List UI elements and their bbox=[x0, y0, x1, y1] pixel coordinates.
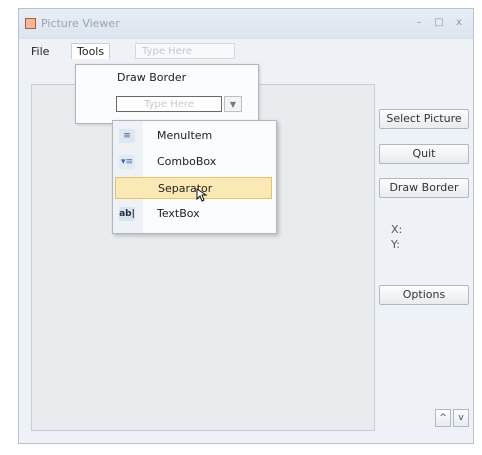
title-bar[interactable]: Picture Viewer – □ x bbox=[19, 9, 473, 39]
combo-box-icon: ▾≡ bbox=[119, 155, 135, 169]
select-picture-button[interactable]: Select Picture bbox=[379, 109, 469, 129]
submenu-item-menuitem[interactable]: ≡ MenuItem bbox=[115, 125, 272, 147]
close-button[interactable]: x bbox=[451, 16, 467, 30]
draw-border-menu-item[interactable]: Draw Border bbox=[117, 71, 186, 84]
menu-file[interactable]: File bbox=[31, 45, 49, 58]
y-coordinate-label: Y: bbox=[391, 238, 400, 251]
submenu-item-label: ComboBox bbox=[157, 155, 217, 168]
submenu-item-textbox[interactable]: ab| TextBox bbox=[115, 203, 272, 225]
tools-dropdown: Draw Border Type Here ▼ bbox=[75, 64, 259, 124]
menu-item-icon: ≡ bbox=[119, 129, 135, 143]
submenu-item-separator[interactable]: Separator bbox=[115, 177, 272, 199]
menu-bar: File Tools Type Here bbox=[19, 41, 473, 63]
window-title: Picture Viewer bbox=[41, 17, 120, 30]
submenu-item-label: TextBox bbox=[157, 207, 200, 220]
menu-tools[interactable]: Tools bbox=[71, 43, 111, 59]
quit-button[interactable]: Quit bbox=[379, 144, 469, 164]
maximize-button[interactable]: □ bbox=[431, 16, 447, 30]
type-here-input[interactable]: Type Here bbox=[116, 96, 222, 112]
down-button[interactable]: v bbox=[453, 409, 469, 427]
options-button[interactable]: Options bbox=[379, 285, 469, 305]
minimize-button[interactable]: – bbox=[411, 16, 427, 30]
separator-icon bbox=[120, 182, 136, 196]
app-icon bbox=[25, 18, 36, 29]
submenu-item-label: MenuItem bbox=[157, 129, 213, 142]
draw-border-button[interactable]: Draw Border bbox=[379, 178, 469, 198]
item-type-submenu: ≡ MenuItem ▾≡ ComboBox Separator ab| Tex… bbox=[112, 120, 277, 234]
pointer-cursor-icon bbox=[196, 188, 208, 202]
chevron-down-icon[interactable]: ▼ bbox=[224, 96, 242, 112]
type-here-menubar[interactable]: Type Here bbox=[135, 43, 235, 59]
x-coordinate-label: X: bbox=[391, 223, 403, 236]
text-box-icon: ab| bbox=[119, 207, 135, 221]
submenu-item-combobox[interactable]: ▾≡ ComboBox bbox=[115, 151, 272, 173]
up-button[interactable]: ^ bbox=[435, 409, 451, 427]
